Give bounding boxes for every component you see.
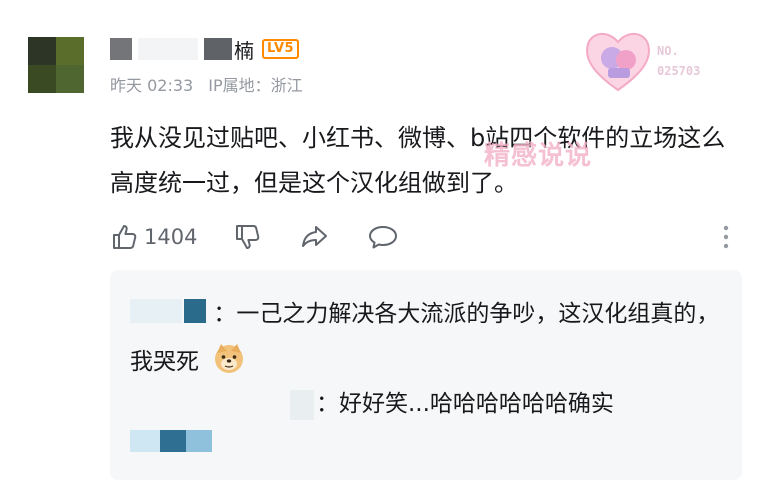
redacted-block xyxy=(290,390,314,420)
comment-bubble-icon xyxy=(369,226,398,249)
redacted-block xyxy=(110,38,132,60)
redacted-block xyxy=(184,299,206,323)
reply-item[interactable]: ：一己之力解决各大流派的争吵，这汉化组真的，我哭死 xyxy=(110,290,742,386)
view-all-replies-link[interactable] xyxy=(130,428,212,454)
redacted-block xyxy=(186,430,212,452)
reply-text: ：好好笑...哈哈哈哈哈哈确实 xyxy=(316,391,614,417)
comment-time: 昨天 02:33 xyxy=(110,76,194,95)
comment-actions: 1404 xyxy=(110,222,740,252)
reply-button[interactable] xyxy=(367,223,399,251)
dislike-button[interactable] xyxy=(233,223,261,251)
level-badge: LV5 xyxy=(262,39,300,59)
redacted-block xyxy=(160,430,186,452)
watermark: 精感说说 xyxy=(484,141,593,171)
reply-item[interactable]: ：好好笑...哈哈哈哈哈哈确实 xyxy=(110,384,742,424)
share-button[interactable] xyxy=(299,223,329,251)
like-count: 1404 xyxy=(144,225,198,249)
replies-panel: ：一己之力解决各大流派的争吵，这汉化组真的，我哭死 ：好好笑...哈哈哈哈哈哈确… xyxy=(110,270,742,480)
thumbs-up-icon xyxy=(113,225,137,249)
ip-location: IP属地：浙江 xyxy=(208,76,303,95)
fan-badge-icon[interactable] xyxy=(582,26,654,96)
username-text[interactable]: 楠 xyxy=(234,35,254,64)
username[interactable]: 楠 LV5 xyxy=(110,34,300,64)
avatar[interactable] xyxy=(28,37,84,93)
redacted-block xyxy=(138,38,198,60)
fan-badge-number: NO. 025703 xyxy=(657,44,701,78)
thumbs-down-icon xyxy=(236,225,260,249)
redacted-block xyxy=(204,38,232,60)
like-button[interactable]: 1404 xyxy=(110,223,197,251)
redacted-block xyxy=(130,430,160,452)
comment-text: 我从没见过贴吧、小红书、微博、b站四个软件的立场这么高度统一过，但是这个汉化组做… xyxy=(110,124,726,197)
comment-meta: 昨天 02:33 IP属地：浙江 xyxy=(110,72,313,96)
more-options-button[interactable] xyxy=(722,224,730,250)
doge-emoji-icon xyxy=(215,344,244,373)
redacted-block xyxy=(130,299,182,323)
more-vertical-icon xyxy=(723,225,729,249)
share-icon xyxy=(302,226,328,247)
